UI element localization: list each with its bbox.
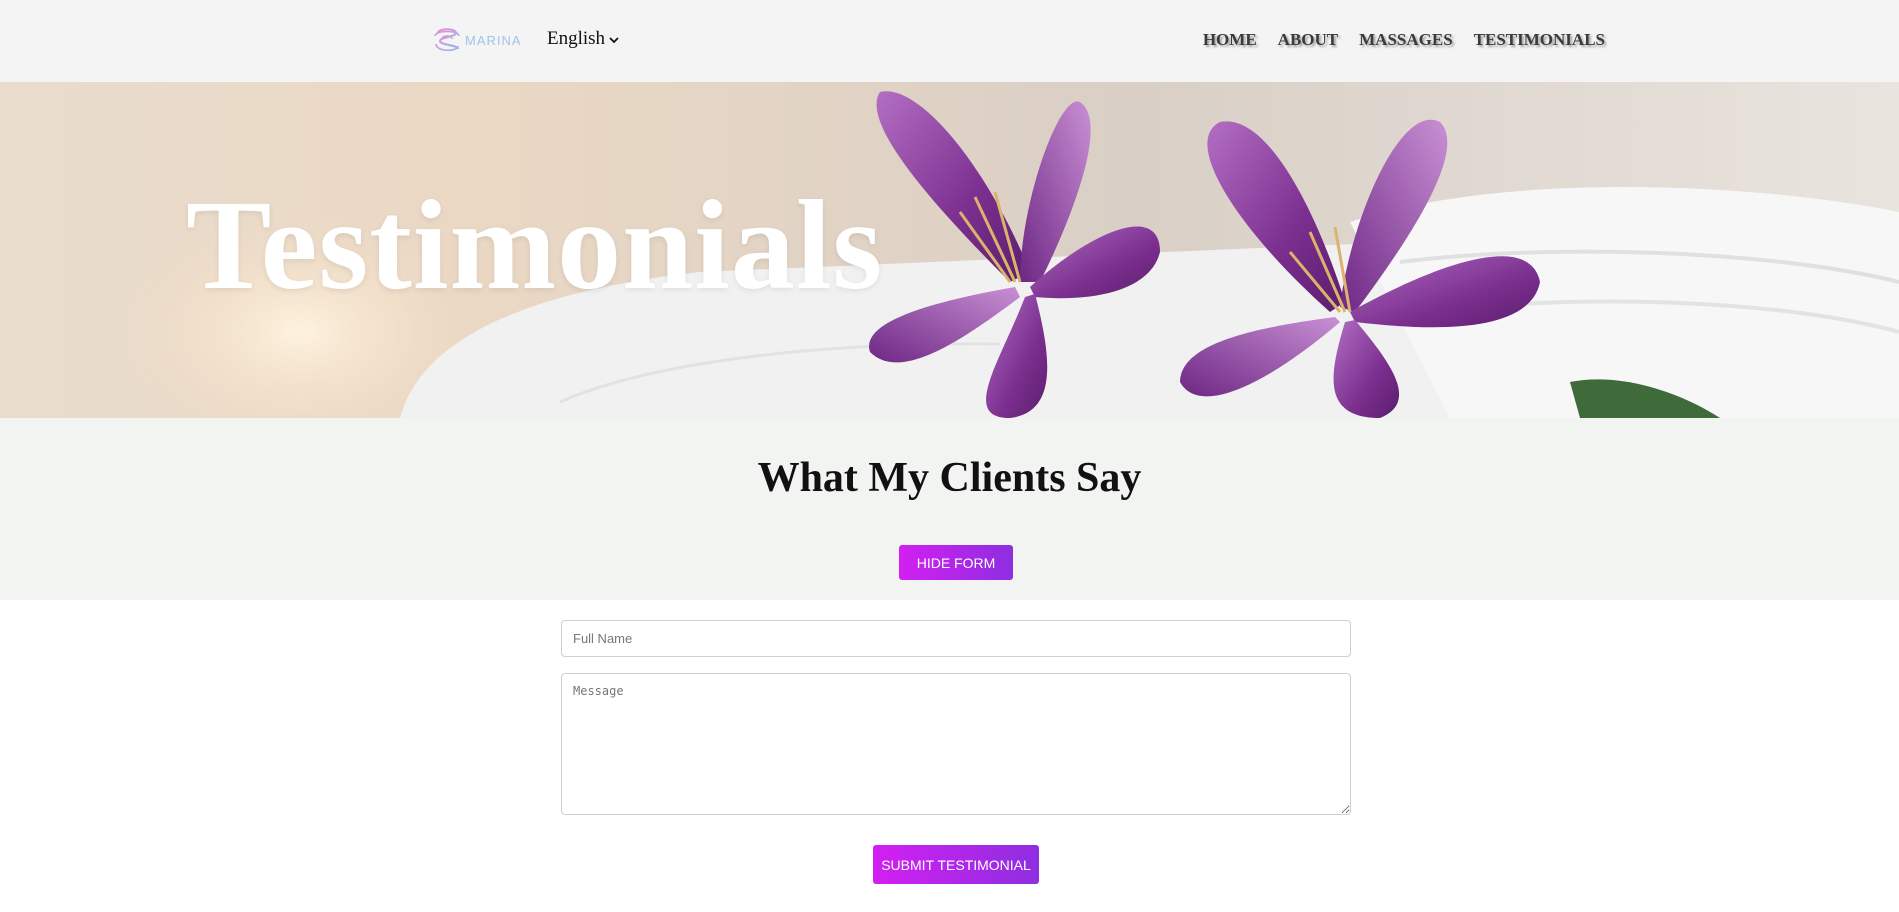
nav-testimonials[interactable]: TESTIMONIALS <box>1474 30 1605 50</box>
logo[interactable]: MARINA <box>432 24 522 56</box>
chevron-down-icon <box>609 33 619 48</box>
hide-form-button[interactable]: HIDE FORM <box>899 545 1013 580</box>
logo-swirl-icon <box>434 28 460 52</box>
nav-massages[interactable]: MASSAGES <box>1359 30 1453 50</box>
section-title: What My Clients Say <box>757 455 1142 501</box>
page-title: Testimonials <box>186 174 884 316</box>
language-label: English <box>547 28 606 49</box>
site-header: MARINA English HOME ABOUT MASSAGES TESTI… <box>0 0 1899 82</box>
message-textarea[interactable] <box>561 673 1351 815</box>
logo-text: MARINA <box>465 32 522 48</box>
nav-home[interactable]: HOME <box>1203 30 1257 50</box>
nav-about[interactable]: ABOUT <box>1278 30 1338 50</box>
submit-testimonial-button[interactable]: SUBMIT TESTIMONIAL <box>873 845 1039 884</box>
full-name-input[interactable] <box>561 620 1351 657</box>
language-select[interactable]: English <box>547 28 619 50</box>
hero-banner: Testimonials <box>0 82 1899 418</box>
testimonials-section: What My Clients Say HIDE FORM <box>0 418 1899 600</box>
main-nav: HOME ABOUT MASSAGES TESTIMONIALS <box>1203 30 1605 50</box>
